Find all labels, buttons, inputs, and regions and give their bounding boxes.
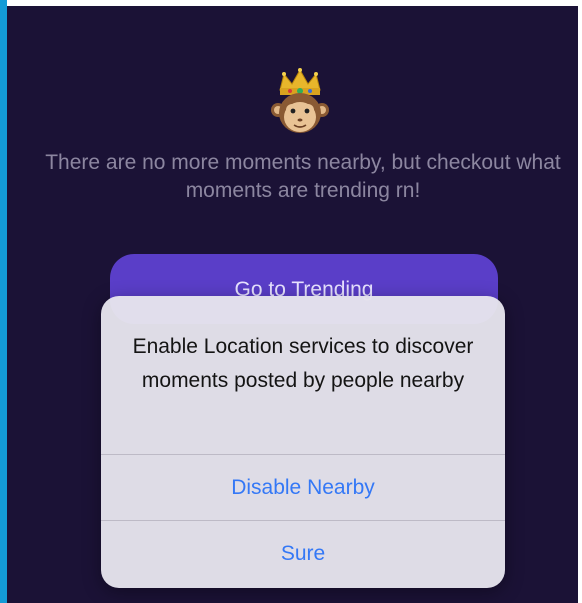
empty-state-message: There are no more moments nearby, but ch…	[45, 151, 561, 202]
alert-message: Enable Location services to discover mom…	[132, 335, 474, 392]
alert-divider	[101, 520, 505, 521]
location-services-alert: Enable Location services to discover mom…	[101, 296, 505, 588]
sure-button[interactable]: Sure	[101, 522, 505, 586]
crowned-monkey-icon	[270, 68, 330, 136]
right-edge	[578, 0, 582, 603]
disable-nearby-button[interactable]: Disable Nearby	[101, 456, 505, 520]
top-edge	[0, 0, 582, 6]
left-edge-bar	[0, 0, 7, 603]
app-screen: There are no more moments nearby, but ch…	[0, 0, 582, 603]
alert-divider	[101, 454, 505, 455]
